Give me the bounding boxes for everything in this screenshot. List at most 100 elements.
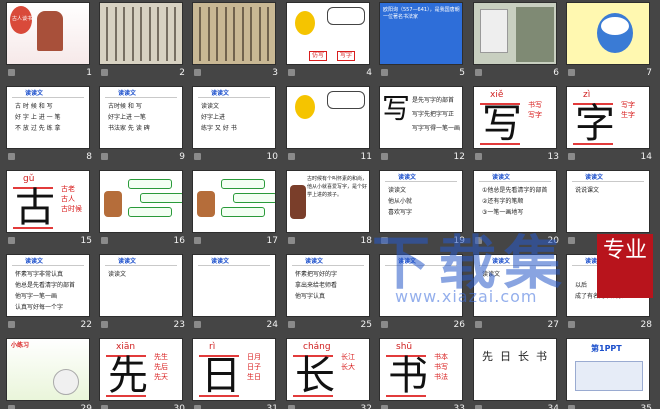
slide-number: 12 [453,152,465,162]
slide-thumbnail[interactable]: 读读文 读读文 好字上进 练字 又 好 书 10 [190,86,284,168]
slide-preview[interactable] [473,2,557,65]
slide-preview[interactable]: 读读文 说说课文 [566,170,650,233]
slide-preview[interactable]: 读读文 读读文 [99,254,183,317]
slide-preview[interactable]: 读读文 读读文 好字上进 练字 又 好 书 [192,86,276,149]
slide-thumbnail[interactable]: 读读文 古时候 和 写好字上进 一笔 书法家 先 读 碑 9 [97,86,191,168]
slide-thumbnail[interactable]: 古人谈书法 1 [4,2,98,84]
slide-text-line: 欧阳询（557—641），是我国唐朝一位著名书法家 [383,7,460,20]
slide-thumbnail[interactable]: 读读文 怀素写字非常认真 他总是先看清字的部首 他写字一笔一画 认真写好每一个字 22 [4,254,98,336]
slide-preview[interactable]: 写是先写字的部首 写字先把字写正 写字写得一笔一画 [379,86,463,149]
slide-text-line: 书法家 先 读 碑 [108,125,150,132]
calligraphy-column [207,7,210,61]
slide-preview[interactable] [99,2,183,65]
slide-transition-icon [475,153,482,160]
slide-transition-icon [194,405,201,409]
slide-preview[interactable]: 读读文 怀素把写好的字 拿出来给老师看 他写字认真 [286,254,370,317]
slide-thumbnail[interactable]: 2 [97,2,191,84]
slide-text-line: 怀素把写好的字 [295,271,338,278]
slide-thumbnail[interactable]: 第1PPT 35 [564,338,658,409]
slide-text-line: 好字上进 [201,114,226,121]
slide-preview[interactable]: 读读文 怀素写字非常认真 他总是先看清字的部首 他写字一笔一画 认真写好每一个字 [6,254,90,317]
slide-number: 31 [266,404,278,409]
slide-preview[interactable] [99,170,183,233]
slide-number: 28 [640,320,652,330]
slide-text-line: 好 字 上 进 一 笔 [15,114,61,121]
slide-text-line: 怀素写字非常认真 [15,271,64,278]
slide-thumbnail[interactable]: 17 [190,170,284,252]
slide-thumbnail[interactable]: 6 [471,2,565,84]
slide-transition-icon [194,237,201,244]
slide-preview[interactable]: 小练习 [6,338,90,401]
slide-preview[interactable]: cháng 长长江 长大 [286,338,370,401]
slide-preview[interactable]: shū 书书本 书写 书法 [379,338,463,401]
slide-preview[interactable] [286,86,370,149]
slide-preview[interactable]: 古人谈书法 [6,2,90,65]
slide-transition-icon [101,405,108,409]
slide-thumbnail[interactable]: 写是先写字的部首 写字先把字写正 写字写得一笔一画 12 [377,86,471,168]
big-character: 先 [108,353,148,399]
word-tag: 先天 [154,373,168,381]
slide-thumbnail[interactable]: 读读文古 时 候 和 写好 字 上 进 一 笔不 放 过 先 练 拿8 [4,86,98,168]
word-tag: 生字 [621,111,635,119]
divider [572,181,644,182]
slide-thumbnail[interactable]: shū 书书本 书写 书法 33 [377,338,471,409]
calligraphy-column [157,7,159,61]
slide-preview[interactable]: 读读文古 时 候 和 写好 字 上 进 一 笔不 放 过 先 练 拿 [6,86,90,149]
slide-preview[interactable]: 读读文 古时候 和 写好字上进 一笔 书法家 先 读 碑 [99,86,183,149]
slide-preview[interactable] [192,2,276,65]
calligraphy-column [250,7,252,61]
slide-preview[interactable]: 欧阳询（557—641），是我国唐朝一位著名书法家 [379,2,463,65]
big-character: 古 [15,185,55,231]
slide-thumbnail[interactable]: xiān 先先生 先后 先天 30 [97,338,191,409]
slide-preview[interactable]: 第1PPT [566,338,650,401]
slide-preview[interactable]: rì 日日月 日子 生日 [192,338,276,401]
slide-preview[interactable]: 古时候有个叫怀素的和尚，他从小就喜爱写字，是个好学上进的孩子。 [286,170,370,233]
big-character: 写 [482,101,522,147]
word-tag: 书写 [434,363,448,371]
slide-thumbnail[interactable]: 读读文 怀素把写好的字 拿出来给老师看 他写字认真 25 [284,254,378,336]
calligraphy-column [224,7,227,61]
word-tag: 古时候 [61,205,82,213]
slide-thumbnail[interactable]: 古时候有个叫怀素的和尚，他从小就喜爱写字，是个好学上进的孩子。 18 [284,170,378,252]
slide-thumbnail[interactable]: 仿写 写字 4 [284,2,378,84]
slide-thumbnail[interactable]: 3 [190,2,284,84]
slide-number: 22 [80,320,92,330]
slide-thumbnail[interactable]: 读读文 24 [190,254,284,336]
slide-text-line: ②还有字的笔顺 [482,198,524,205]
calligraphy-column [216,7,218,61]
slide-number: 17 [266,236,278,246]
calligraphy-column [106,7,108,61]
slide-thumbnail[interactable]: 读读文 读读文 23 [97,254,191,336]
slide-thumbnail[interactable]: 先日长书 34 [471,338,565,409]
watermark-seal: 专业 [597,234,653,298]
slide-thumbnail[interactable]: gǔ 古古老 古人 古时候 15 [4,170,98,252]
slide-thumbnail[interactable]: zì 字写字 生字 14 [564,86,658,168]
slide-preview[interactable]: 读读文 [192,254,276,317]
slide-thumbnail[interactable]: 7 [564,2,658,84]
slide-thumbnail[interactable]: 欧阳询（557—641），是我国唐朝一位著名书法家 5 [377,2,471,84]
slide-thumbnail[interactable]: 16 [97,170,191,252]
slide-preview[interactable]: gǔ 古古老 古人 古时候 [6,170,90,233]
slide-transition-icon [288,153,295,160]
slide-thumbnail[interactable]: 11 [284,86,378,168]
slide-preview[interactable]: xiān 先先生 先后 先天 [99,338,183,401]
slide-transition-icon [101,69,108,76]
divider [292,265,364,266]
slide-thumbnail[interactable]: xiě 写书写 写字 13 [471,86,565,168]
slide-preview[interactable]: 仿写 写字 [286,2,370,65]
pinyin-label: xiě [490,90,504,100]
slide-thumbnail[interactable]: cháng 长长江 长大 32 [284,338,378,409]
slide-preview[interactable]: xiě 写书写 写字 [473,86,557,149]
slide-thumbnail[interactable]: rì 日日月 日子 生日 31 [190,338,284,409]
calligraphy-column [199,7,201,61]
slide-preview[interactable]: 先日长书 [473,338,557,401]
slide-preview[interactable] [566,2,650,65]
word-tag: 生日 [247,373,261,381]
slide-transition-icon [8,405,15,409]
word-tag: 先生 [154,353,168,361]
slide-thumbnail[interactable]: 小练习 29 [4,338,98,409]
slide-preview[interactable]: zì 字写字 生字 [566,86,650,149]
slide-preview[interactable] [192,170,276,233]
slide-transition-icon [101,237,108,244]
slide-number: 14 [640,152,652,162]
